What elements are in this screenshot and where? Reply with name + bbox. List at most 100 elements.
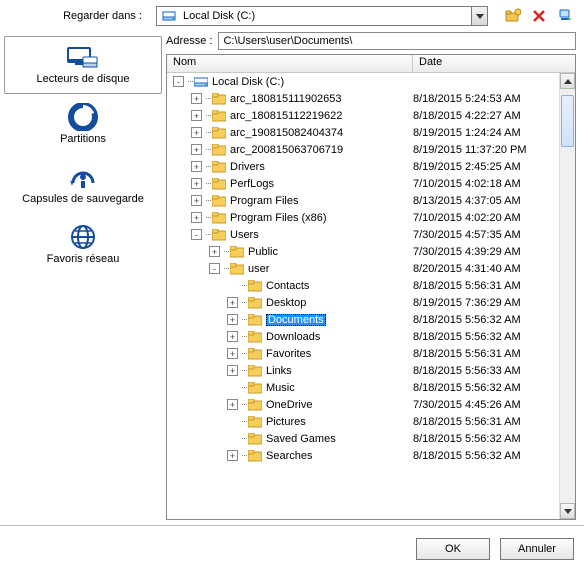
tree-row-date: 8/19/2015 1:24:24 AM <box>413 127 559 139</box>
chevron-down-icon[interactable] <box>471 7 487 25</box>
tree-row-date: 8/19/2015 11:37:20 PM <box>413 144 559 156</box>
refresh-icon[interactable] <box>556 7 574 25</box>
column-header-date[interactable]: Date <box>413 55 575 72</box>
tree-row[interactable]: Saved Games8/18/2015 5:56:32 AM <box>167 430 559 447</box>
tree-row-label: Program Files <box>230 195 298 207</box>
tree-row[interactable]: Pictures 8/18/2015 5:56:31 AM <box>167 413 559 430</box>
tree-row-date: 8/18/2015 5:56:31 AM <box>413 280 559 292</box>
collapse-icon[interactable]: - <box>173 76 184 87</box>
tree-row-label: arc_180815111902653 <box>230 93 342 105</box>
new-folder-icon[interactable] <box>504 7 522 25</box>
expand-icon[interactable]: + <box>191 161 202 172</box>
sidebar-item-partitions[interactable]: Partitions <box>4 96 162 154</box>
sidebar-item-network-favorites[interactable]: Favoris réseau <box>4 216 162 274</box>
vertical-scrollbar[interactable] <box>559 73 575 519</box>
partitions-icon <box>67 103 99 131</box>
scrollbar-down-icon[interactable] <box>560 503 575 519</box>
tree-row[interactable]: +Public7/30/2015 4:39:29 AM <box>167 243 559 260</box>
column-header-name[interactable]: Nom <box>167 55 413 72</box>
tree-row[interactable]: +Program Files (x86)7/10/2015 4:02:20 AM <box>167 209 559 226</box>
sidebar-item-label: Capsules de sauvegarde <box>7 193 159 205</box>
expand-icon[interactable]: + <box>191 93 202 104</box>
tree-row-label: Saved Games <box>266 433 336 445</box>
backup-capsules-icon <box>67 163 99 191</box>
folder-icon <box>248 450 262 462</box>
tree-row[interactable]: +Downloads8/18/2015 5:56:32 AM <box>167 328 559 345</box>
tree-row[interactable]: +Searches8/18/2015 5:56:32 AM <box>167 447 559 464</box>
expand-icon[interactable]: + <box>227 365 238 376</box>
folder-icon <box>212 127 226 139</box>
folder-icon <box>230 263 244 275</box>
look-in-label: Regarder dans : <box>10 10 150 22</box>
expand-icon[interactable]: + <box>227 348 238 359</box>
tree-row[interactable]: +arc_2008150637067198/19/2015 11:37:20 P… <box>167 141 559 158</box>
expand-icon[interactable]: + <box>191 195 202 206</box>
folder-icon <box>248 280 262 292</box>
folder-icon <box>212 93 226 105</box>
expand-icon[interactable]: + <box>227 297 238 308</box>
folder-icon <box>248 416 262 428</box>
tree-row[interactable]: +arc_1808151119026538/18/2015 5:24:53 AM <box>167 90 559 107</box>
tree-row-label: Pictures <box>266 416 306 428</box>
delete-icon[interactable] <box>530 7 548 25</box>
expand-icon[interactable]: + <box>227 331 238 342</box>
tree-row[interactable]: +Links8/18/2015 5:56:33 AM <box>167 362 559 379</box>
tree-row[interactable]: +Desktop8/19/2015 7:36:29 AM <box>167 294 559 311</box>
tree-row[interactable]: -user8/20/2015 4:31:40 AM <box>167 260 559 277</box>
tree-row[interactable]: Contacts8/18/2015 5:56:31 AM <box>167 277 559 294</box>
folder-icon <box>212 110 226 122</box>
expand-icon[interactable]: + <box>191 178 202 189</box>
tree-row-date: 8/18/2015 5:56:32 AM <box>413 382 559 394</box>
expand-icon[interactable]: + <box>209 246 220 257</box>
file-tree: Nom Date - Local Disk (C:) + arc_1808151119… <box>166 54 576 520</box>
expander-placeholder <box>227 433 238 444</box>
folder-icon <box>248 348 262 360</box>
folder-icon <box>212 195 226 207</box>
tree-row[interactable]: +Program Files8/13/2015 4:37:05 AM <box>167 192 559 209</box>
tree-row[interactable]: +Drivers8/19/2015 2:45:25 AM <box>167 158 559 175</box>
expand-icon[interactable]: + <box>191 144 202 155</box>
tree-row[interactable]: Music 8/18/2015 5:56:32 AM <box>167 379 559 396</box>
collapse-icon[interactable]: - <box>209 263 220 274</box>
tree-row[interactable]: +PerfLogs7/10/2015 4:02:18 AM <box>167 175 559 192</box>
tree-row[interactable]: - Local Disk (C:) <box>167 73 559 90</box>
tree-row-date: 8/18/2015 5:56:31 AM <box>413 416 559 428</box>
tree-row-label: Local Disk (C:) <box>212 76 284 88</box>
tree-row-label: Music <box>266 382 295 394</box>
tree-row-label: arc_180815112219622 <box>230 110 342 122</box>
expand-icon[interactable]: + <box>227 314 238 325</box>
sidebar-item-label: Partitions <box>7 133 159 145</box>
folder-icon <box>248 331 262 343</box>
tree-row-label: Downloads <box>266 331 320 343</box>
cancel-button[interactable]: Annuler <box>500 538 574 560</box>
ok-button[interactable]: OK <box>416 538 490 560</box>
disk-drives-icon <box>65 43 101 71</box>
collapse-icon[interactable]: - <box>191 229 202 240</box>
tree-row[interactable]: +arc_1808151122196228/18/2015 4:22:27 AM <box>167 107 559 124</box>
expand-icon[interactable]: + <box>191 212 202 223</box>
tree-row[interactable]: +Documents8/18/2015 5:56:32 AM <box>167 311 559 328</box>
folder-icon <box>248 433 262 445</box>
scrollbar-thumb[interactable] <box>561 95 574 147</box>
expand-icon[interactable]: + <box>227 399 238 410</box>
scrollbar-up-icon[interactable] <box>560 73 575 89</box>
disk-icon <box>161 8 177 24</box>
expander-placeholder <box>227 416 238 427</box>
expand-icon[interactable]: + <box>191 110 202 121</box>
sidebar-item-backup-capsules[interactable]: Capsules de sauvegarde <box>4 156 162 214</box>
folder-icon <box>248 297 262 309</box>
tree-row[interactable]: +OneDrive7/30/2015 4:45:26 AM <box>167 396 559 413</box>
look-in-combo[interactable]: Local Disk (C:) <box>156 6 488 26</box>
tree-row[interactable]: +arc_1908150824043748/19/2015 1:24:24 AM <box>167 124 559 141</box>
tree-row-label: Favorites <box>266 348 311 360</box>
folder-icon <box>212 161 226 173</box>
tree-row[interactable]: +Favorites8/18/2015 5:56:31 AM <box>167 345 559 362</box>
sidebar-item-label: Favoris réseau <box>7 253 159 265</box>
sidebar-item-disk-drives[interactable]: Lecteurs de disque <box>4 36 162 94</box>
expand-icon[interactable]: + <box>191 127 202 138</box>
tree-row[interactable]: -Users7/30/2015 4:57:35 AM <box>167 226 559 243</box>
address-input[interactable] <box>218 32 576 50</box>
folder-icon <box>248 314 262 326</box>
folder-icon <box>248 399 262 411</box>
expand-icon[interactable]: + <box>227 450 238 461</box>
